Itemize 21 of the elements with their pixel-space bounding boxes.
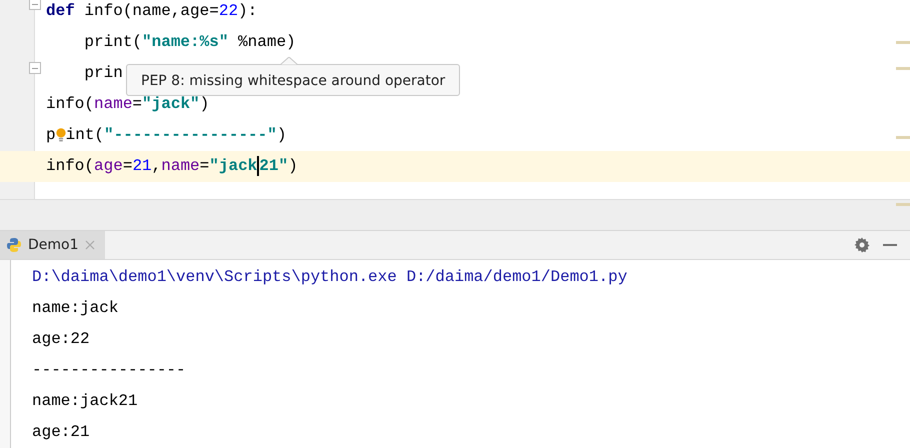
fold-marker-icon[interactable] (29, 0, 41, 10)
text-cursor (257, 156, 260, 176)
fold-marker-icon[interactable] (29, 62, 41, 74)
python-icon (6, 236, 22, 253)
console-line: name:jack21 (32, 391, 139, 412)
tooltip-pointer (280, 57, 298, 65)
console-line: age:21 (32, 422, 91, 444)
code-line: prin (83, 63, 123, 84)
code-line: def info(name,age=22): (46, 1, 258, 22)
close-icon[interactable] (84, 240, 95, 250)
console-line: ---------------- (32, 360, 187, 382)
run-tab[interactable]: Demo1 (0, 230, 105, 260)
code-line: print("name:%s" %name) (83, 32, 296, 53)
settings-icon[interactable] (854, 236, 870, 253)
console-line: D:\daima\demo1\venv\Scripts\python.exe D:/daima/demo1/Demo1.py (32, 267, 628, 288)
code-line: info(age=21,name="jack21") (46, 154, 298, 178)
code-line: p int("----------------") (46, 124, 286, 146)
console-line: age:22 (32, 329, 91, 350)
code-line: info(name="jack") (46, 94, 210, 115)
lightbulb-icon[interactable] (56, 126, 66, 144)
console-line: name:jack (32, 298, 120, 320)
